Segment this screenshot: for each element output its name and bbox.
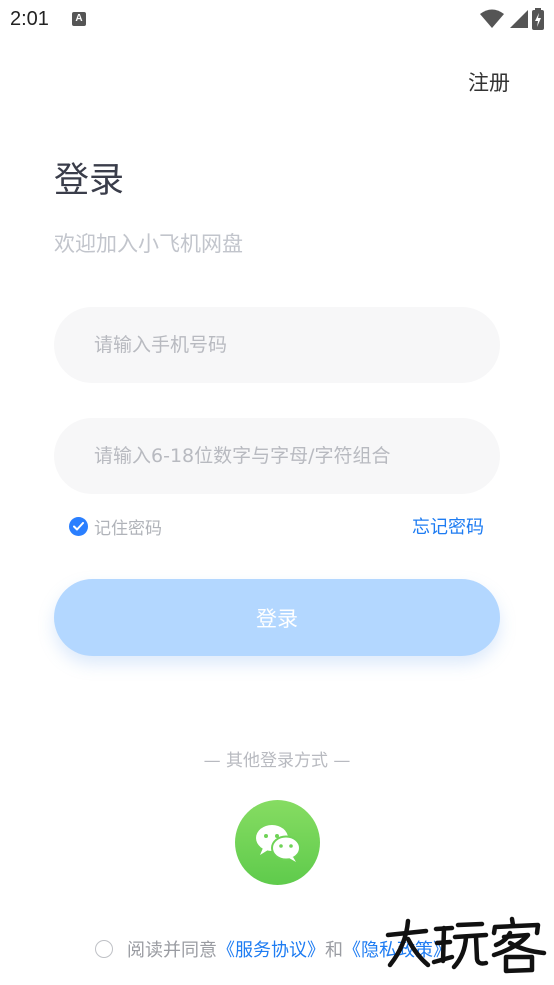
phone-input[interactable] (54, 307, 500, 383)
phone-input-container (54, 307, 500, 383)
login-button[interactable]: 登录 (54, 579, 500, 656)
status-bar: 2:01 A (0, 0, 554, 40)
wifi-icon (480, 9, 504, 28)
battery-icon (532, 8, 544, 30)
password-input[interactable] (54, 418, 500, 494)
remember-password-label: 记住密码 (94, 519, 162, 539)
page-subtitle: 欢迎加入小飞机网盘 (54, 232, 243, 256)
wechat-icon (255, 824, 301, 862)
notification-a-icon: A (72, 12, 86, 26)
agreement-radio[interactable] (95, 940, 113, 958)
page-title: 登录 (54, 161, 125, 201)
password-input-container (54, 418, 500, 494)
agreement-prefix: 阅读并同意 (127, 940, 217, 961)
remember-password-checkbox[interactable]: 记住密码 (69, 514, 162, 539)
forgot-password-link[interactable]: 忘记密码 (412, 513, 484, 539)
register-link[interactable]: 注册 (468, 67, 510, 97)
other-login-divider: — 其他登录方式 — (203, 751, 351, 771)
service-agreement-link[interactable]: 《服务协议》 (217, 936, 325, 962)
signal-icon (510, 10, 528, 28)
wechat-login-button[interactable] (235, 800, 320, 885)
agreement-row: 阅读并同意 《服务协议》 和 《隐私政策》 (95, 936, 451, 962)
agreement-and: 和 (325, 940, 343, 961)
checkmark-icon (69, 517, 88, 536)
status-icons (480, 8, 544, 30)
privacy-policy-link[interactable]: 《隐私政策》 (343, 936, 451, 962)
status-time: 2:01 (10, 8, 49, 30)
